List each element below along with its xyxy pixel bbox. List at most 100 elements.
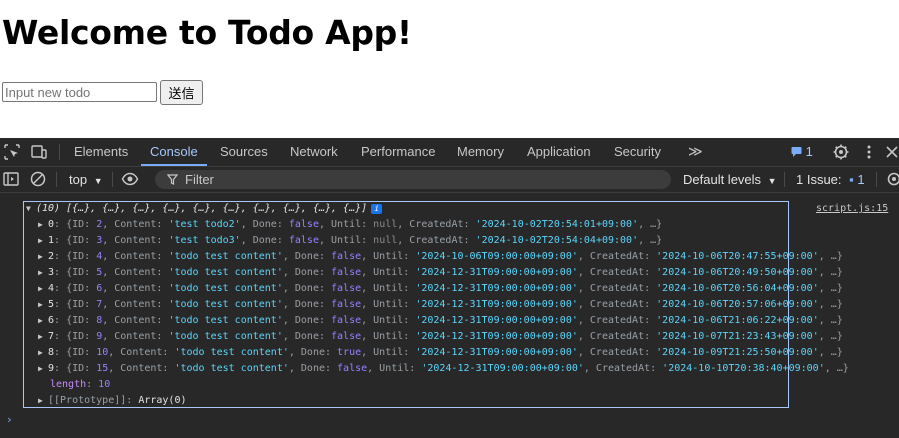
item-done: false xyxy=(331,267,362,278)
chevron-down-icon: ▼ xyxy=(767,176,777,186)
messages-badge[interactable]: 1 xyxy=(791,138,813,166)
item-until: '2024-12-31T09:00:00+09:00' xyxy=(421,363,584,374)
filter-placeholder: Filter xyxy=(185,172,214,187)
log-levels-label: Default levels xyxy=(683,172,762,187)
array-item-row[interactable]: ▶ 5: {ID: 7, Content: 'todo test content'… xyxy=(38,297,843,313)
item-done: false xyxy=(331,331,362,342)
item-until: '2024-12-31T09:00:00+09:00' xyxy=(415,283,578,294)
item-until: null xyxy=(373,219,398,230)
tab-application[interactable]: Application xyxy=(527,138,591,165)
item-until: '2024-12-31T09:00:00+09:00' xyxy=(415,315,578,326)
item-created-at: '2024-10-02T20:54:01+09:00' xyxy=(475,219,639,230)
item-content: 'test todo2' xyxy=(168,219,241,230)
item-created-at: '2024-10-06T20:56:04+09:00' xyxy=(656,283,819,294)
tab-performance[interactable]: Performance xyxy=(361,138,435,165)
expand-arrow-icon: ▶ xyxy=(38,316,43,325)
issues-label: 1 Issue: xyxy=(796,172,842,187)
array-item-row[interactable]: ▶ 4: {ID: 6, Content: 'todo test content'… xyxy=(38,281,843,297)
more-options-icon[interactable] xyxy=(860,143,878,161)
info-icon: i xyxy=(371,204,383,214)
issue-message-icon: ▪ xyxy=(849,172,854,187)
context-selector[interactable]: top ▼ xyxy=(69,167,103,192)
item-created-at: '2024-10-09T21:25:50+09:00' xyxy=(656,347,819,358)
inspect-element-icon[interactable] xyxy=(3,143,21,161)
devtools-tabbar: Elements Console Sources Network Perform… xyxy=(0,138,899,167)
toolbar-divider xyxy=(56,172,57,187)
expand-arrow-icon: ▶ xyxy=(38,268,43,277)
clear-console-icon[interactable] xyxy=(29,170,47,188)
expand-arrow-icon: ▶ xyxy=(38,332,43,341)
array-item-row[interactable]: ▶ 3: {ID: 5, Content: 'todo test content'… xyxy=(38,265,843,281)
expand-arrow-icon: ▶ xyxy=(38,220,43,229)
tab-security[interactable]: Security xyxy=(614,138,661,165)
tab-memory[interactable]: Memory xyxy=(457,138,504,165)
console-output: script.js:15 ▼ (10) [{…}, {…}, {…}, {…}, … xyxy=(0,193,899,438)
item-done: false xyxy=(331,251,362,262)
item-content: 'todo test content' xyxy=(168,283,283,294)
item-created-at: '2024-10-02T20:54:04+09:00' xyxy=(475,235,639,246)
expand-arrow-icon: ▶ xyxy=(38,284,43,293)
console-toolbar: top ▼ Filter Default levels ▼ 1 Issue: ▪… xyxy=(0,167,899,193)
filter-input[interactable]: Filter xyxy=(155,170,671,189)
item-content: 'todo test content' xyxy=(168,331,283,342)
array-summary: (10) [{…}, {…}, {…}, {…}, {…}, {…}, {…},… xyxy=(36,203,368,214)
tab-elements[interactable]: Elements xyxy=(74,138,128,165)
sidebar-toggle-icon[interactable] xyxy=(2,170,20,188)
array-item-row[interactable]: ▶ 7: {ID: 9, Content: 'todo test content'… xyxy=(38,329,843,345)
length-row: length: 10 xyxy=(50,379,111,390)
length-key: length xyxy=(50,379,87,390)
item-created-at: '2024-10-06T21:06:22+09:00' xyxy=(656,315,819,326)
array-summary-row[interactable]: ▼ (10) [{…}, {…}, {…}, {…}, {…}, {…}, {…}… xyxy=(26,201,383,217)
device-toolbar-icon[interactable] xyxy=(30,143,48,161)
item-done: false xyxy=(331,283,362,294)
filter-icon xyxy=(167,174,178,185)
close-devtools-icon[interactable] xyxy=(883,143,899,161)
console-settings-gear-icon[interactable] xyxy=(885,170,899,188)
more-tabs-button[interactable]: ≫ xyxy=(688,138,703,165)
array-item-row[interactable]: ▶ 6: {ID: 8, Content: 'todo test content'… xyxy=(38,313,843,329)
tab-network[interactable]: Network xyxy=(290,138,338,165)
expand-arrow-icon: ▶ xyxy=(38,396,43,405)
item-content: 'todo test content' xyxy=(168,267,283,278)
issues-count: 1 xyxy=(857,172,865,187)
source-link[interactable]: script.js:15 xyxy=(816,201,888,217)
page-title: Welcome to Todo App! xyxy=(2,13,412,52)
array-item-row[interactable]: ▶ 9: {ID: 15, Content: 'todo test content… xyxy=(38,361,849,377)
chevron-down-icon: ▼ xyxy=(93,176,103,186)
context-value: top xyxy=(69,172,88,187)
console-prompt-icon[interactable]: › xyxy=(6,413,13,426)
issues-button[interactable]: 1 Issue: ▪ 1 xyxy=(796,167,865,192)
tab-divider xyxy=(59,144,60,160)
item-created-at: '2024-10-10T20:38:40+09:00' xyxy=(662,363,825,374)
live-expression-eye-icon[interactable] xyxy=(121,170,139,188)
array-item-row[interactable]: ▶ 1: {ID: 3, Content: 'test todo3', Done:… xyxy=(38,233,662,249)
item-done: false xyxy=(288,235,319,246)
expand-arrow-icon: ▶ xyxy=(38,300,43,309)
submit-button[interactable]: 送信 xyxy=(160,80,203,105)
array-item-row[interactable]: ▶ 0: {ID: 2, Content: 'test todo2', Done:… xyxy=(38,217,662,233)
toolbar-divider xyxy=(784,172,785,187)
settings-gear-icon[interactable] xyxy=(832,143,850,161)
tab-sources[interactable]: Sources xyxy=(220,138,268,165)
prototype-key: [[Prototype]] xyxy=(48,395,127,406)
item-content: 'todo test content' xyxy=(168,299,283,310)
item-until: '2024-12-31T09:00:00+09:00' xyxy=(415,299,578,310)
expand-arrow-icon: ▶ xyxy=(38,236,43,245)
expand-arrow-icon: ▶ xyxy=(38,252,43,261)
item-content: 'todo test content' xyxy=(168,251,283,262)
item-done: false xyxy=(288,219,319,230)
item-id: 15 xyxy=(96,363,109,374)
toolbar-divider xyxy=(112,172,113,187)
log-levels-dropdown[interactable]: Default levels ▼ xyxy=(683,167,777,194)
prototype-row[interactable]: ▶ [[Prototype]]: Array(0) xyxy=(38,393,187,409)
array-item-row[interactable]: ▶ 8: {ID: 10, Content: 'todo test content… xyxy=(38,345,843,361)
todo-input[interactable] xyxy=(2,82,157,102)
tab-console[interactable]: Console xyxy=(141,138,207,166)
item-created-at: '2024-10-06T20:57:06+09:00' xyxy=(656,299,819,310)
item-done: false xyxy=(331,315,362,326)
item-done: true xyxy=(337,347,362,358)
item-until: '2024-12-31T09:00:00+09:00' xyxy=(415,347,578,358)
item-content: 'test todo3' xyxy=(168,235,241,246)
array-item-row[interactable]: ▶ 2: {ID: 4, Content: 'todo test content'… xyxy=(38,249,843,265)
item-until: null xyxy=(373,235,398,246)
